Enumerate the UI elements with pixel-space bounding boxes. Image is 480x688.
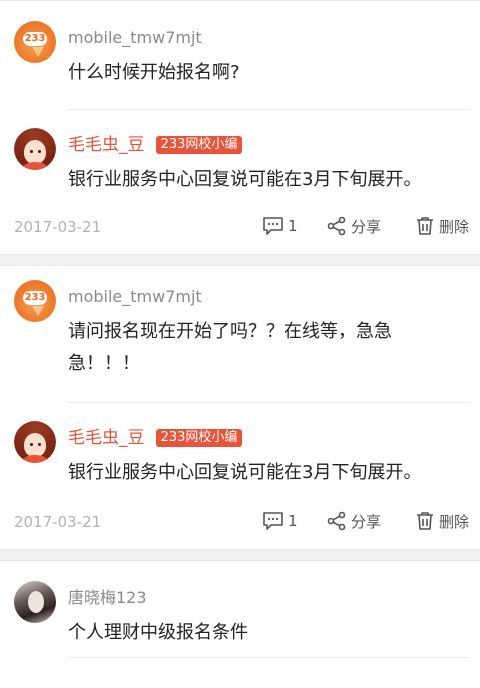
- thread-card: 233 mobile_tmw7mjt 什么时候开始报名啊? 毛毛虫_豆 233网…: [0, 1, 480, 254]
- section-separator: [0, 254, 480, 266]
- user-photo-avatar[interactable]: [14, 581, 56, 623]
- comment-button[interactable]: 1: [262, 212, 298, 240]
- question-author[interactable]: 唐晓梅123: [68, 587, 470, 609]
- question-text: 个人理财中级报名条件: [68, 622, 248, 643]
- post-date: 2017-03-21: [14, 513, 102, 531]
- cartoon-girl-avatar[interactable]: [14, 128, 56, 170]
- comment-count: 1: [288, 512, 298, 530]
- delete-label: 删除: [439, 512, 470, 531]
- delete-label: 删除: [439, 217, 470, 236]
- divider: [68, 657, 470, 658]
- logo-233-avatar[interactable]: 233: [14, 280, 56, 322]
- post-date: 2017-03-21: [14, 218, 102, 236]
- reply-entry: 毛毛虫_豆 233网校小编 银行业服务中心回复说可能在3月下旬展开。: [0, 403, 480, 493]
- cartoon-girl-avatar[interactable]: [14, 421, 56, 463]
- question-author[interactable]: mobile_tmw7mjt: [68, 27, 470, 49]
- thread-card: 233 mobile_tmw7mjt 请问报名现在开始了吗？？在线等，急急 急！…: [0, 266, 480, 549]
- share-label: 分享: [351, 217, 382, 236]
- question-entry: 233 mobile_tmw7mjt 什么时候开始报名啊?: [0, 1, 480, 91]
- reply-text: 银行业服务中心回复说可能在3月下旬展开。: [68, 169, 422, 190]
- share-icon: [327, 511, 346, 531]
- question-entry: 唐晓梅123 个人理财中级报名条件: [0, 561, 480, 651]
- thread-footer: 2017-03-21 1 分享 删除: [0, 493, 480, 549]
- comment-feed: 233 mobile_tmw7mjt 什么时候开始报名啊? 毛毛虫_豆 233网…: [0, 0, 480, 688]
- comment-count: 1: [288, 217, 298, 235]
- question-entry: 233 mobile_tmw7mjt 请问报名现在开始了吗？？在线等，急急 急！…: [0, 266, 480, 394]
- logo-233-avatar[interactable]: 233: [14, 21, 56, 63]
- delete-button[interactable]: 删除: [415, 507, 469, 535]
- question-author[interactable]: mobile_tmw7mjt: [68, 286, 470, 308]
- comment-button[interactable]: 1: [262, 507, 298, 535]
- question-text-line1: 请问报名现在开始了吗？？在线等，急急: [68, 321, 392, 342]
- section-separator: [0, 549, 480, 561]
- editor-badge: 233网校小编: [155, 136, 243, 154]
- share-icon: [327, 216, 346, 236]
- reply-text: 银行业服务中心回复说可能在3月下旬展开。: [68, 462, 422, 483]
- trash-icon: [417, 217, 433, 235]
- editor-badge: 233网校小编: [155, 429, 243, 447]
- share-button[interactable]: 分享: [327, 212, 381, 240]
- comment-icon: [263, 217, 283, 235]
- reply-author[interactable]: 毛毛虫_豆: [68, 427, 145, 449]
- question-text: 什么时候开始报名啊?: [68, 62, 240, 83]
- reply-entry: 毛毛虫_豆 233网校小编 银行业服务中心回复说可能在3月下旬展开。: [0, 110, 480, 198]
- question-text-line2: 急！！！: [68, 353, 140, 374]
- reply-author[interactable]: 毛毛虫_豆: [68, 134, 145, 156]
- share-label: 分享: [351, 512, 382, 531]
- thread-card: 唐晓梅123 个人理财中级报名条件: [0, 561, 480, 658]
- thread-footer: 2017-03-21 1 分享 删除: [0, 198, 480, 254]
- delete-button[interactable]: 删除: [415, 212, 469, 240]
- comment-icon: [263, 512, 283, 530]
- share-button[interactable]: 分享: [327, 507, 381, 535]
- trash-icon: [417, 512, 433, 530]
